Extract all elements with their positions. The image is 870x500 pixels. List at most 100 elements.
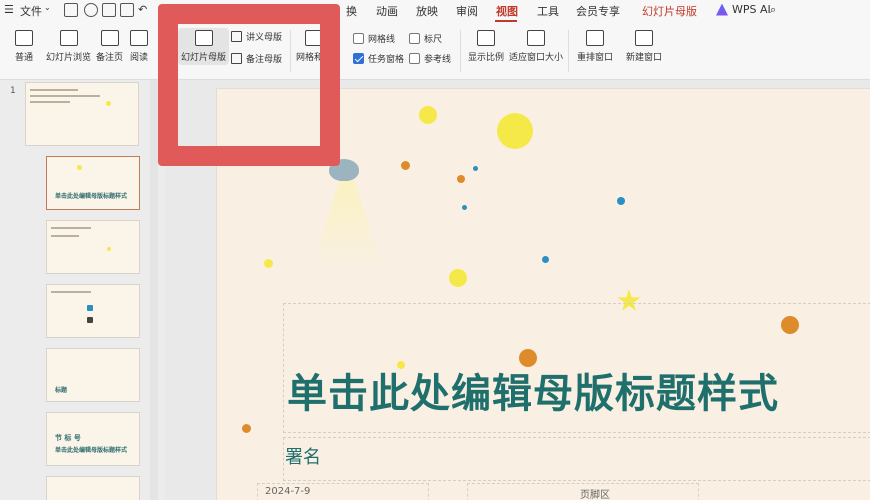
thumb-dot [87,305,93,311]
menu-tab-animation[interactable]: 动画 [376,3,398,19]
arrange-window-button[interactable]: 重排窗口 [577,30,613,63]
menu-tab-tools[interactable]: 工具 [537,3,559,19]
guides-check[interactable] [409,53,420,64]
slide-title[interactable]: 单击此处编辑母版标题样式 [287,361,779,419]
highlight-annotation-box [158,4,340,166]
wps-ai-icon [716,3,728,16]
thumb-sub: 单击此处编辑母版标题样式 [55,447,128,454]
slide-browse-label: 幻灯片浏览 [46,53,92,63]
menu-tab-review[interactable]: 审阅 [456,3,478,19]
zoom-button[interactable]: 显示比例 [468,30,504,63]
menu-tab-transition[interactable]: 换 [346,3,357,19]
search-icon[interactable]: ⌕ [770,3,776,17]
thumb-dot [106,101,111,106]
menu-tab-member[interactable]: 会员专享 [576,3,620,19]
thumbnail-scrollbar[interactable] [150,80,158,500]
thumbnail-layout-6[interactable]: 节 标 号 单击此处编辑母版标题样式 [46,412,140,466]
wps-ai-button[interactable]: WPS AI [716,3,771,16]
reading-view-label: 阅读 [130,53,149,63]
undo-icon[interactable]: ↶ [138,3,147,16]
thumbnail-master[interactable] [25,82,139,146]
slide-browse-button[interactable]: 幻灯片浏览 [46,30,91,63]
task-pane-check[interactable] [353,53,364,64]
ribbon-divider [568,30,569,72]
decor-dot [449,269,467,287]
guides-label: 参考线 [424,55,452,65]
notes-page-label: 备注页 [96,53,124,63]
new-window-button[interactable]: 新建窗口 [626,30,662,63]
export-pdf-icon[interactable] [84,3,98,17]
new-window-label: 新建窗口 [626,53,663,63]
gridlines-check[interactable] [353,33,364,44]
gridlines-checkbox[interactable]: 网格线 [353,32,395,45]
lamp-light-decoration [312,179,382,269]
fit-window-button[interactable]: 适应窗口大小 [509,30,563,63]
thumb-dot [77,165,82,170]
decor-dot [462,205,467,210]
thumb-label: 节 标 号 [55,434,81,442]
thumb-line [51,227,91,229]
normal-view-icon [15,30,33,46]
decor-dot [419,106,437,124]
save-icon[interactable] [64,3,78,17]
notes-page-icon [100,30,119,46]
print-preview-icon[interactable] [120,3,134,17]
thumb-dot [87,317,93,323]
slide-browse-icon [59,30,78,46]
zoom-icon [477,30,495,46]
menu-file[interactable]: 文件 [20,3,42,19]
print-icon[interactable] [102,3,116,17]
decor-dot [457,175,465,183]
reading-view-button[interactable]: 阅读 [130,30,148,63]
ruler-checkbox[interactable]: 标尺 [409,32,442,45]
gridlines-label: 网格线 [368,35,396,45]
thumbnail-layout-7[interactable] [46,476,140,500]
decor-dot [617,197,625,205]
thumbnail-layout-3[interactable] [46,220,140,274]
wps-ai-label: WPS AI [732,3,771,16]
fit-window-icon [527,30,545,46]
task-pane-checkbox[interactable]: 任务窗格 [353,52,404,65]
decor-dot [497,113,533,149]
thumbnail-layout-5[interactable]: 标题 [46,348,140,402]
ribbon-divider [460,30,461,72]
zoom-label: 显示比例 [468,53,505,63]
notes-page-button[interactable]: 备注页 [96,30,123,63]
normal-view-label: 普通 [15,53,34,63]
guides-checkbox[interactable]: 参考线 [409,52,451,65]
ruler-label: 标尺 [424,35,443,45]
thumb-line [51,235,79,237]
ribbon-toolbar: 普通 幻灯片浏览 备注页 阅读 幻灯片母版 讲义母版 备注母版 网格和参 网格线… [0,22,870,80]
thumb-line [51,291,91,293]
fit-window-label: 适应窗口大小 [509,53,564,63]
new-window-icon [635,30,653,46]
slide-subtitle[interactable]: 署名 [285,443,321,469]
menu-tab-slideshow[interactable]: 放映 [416,3,438,19]
ruler-check[interactable] [409,33,420,44]
menu-tab-slide-master[interactable]: 幻灯片母版 [642,3,697,19]
decor-dot [264,259,273,268]
slide-footer[interactable]: 页脚区 [580,486,610,500]
thumbnail-layout-4[interactable] [46,284,140,338]
menu-tab-view[interactable]: 视图 [496,3,518,19]
arrange-window-label: 重排窗口 [577,53,614,63]
slide-number: 1 [10,86,16,96]
menu-icon[interactable]: ☰ [4,3,14,16]
normal-view-button[interactable]: 普通 [15,30,33,63]
chevron-down-icon[interactable]: ⌄ [44,3,51,12]
decor-dot [401,161,410,170]
menu-bar: ☰ 文件 ⌄ ↶ 换 动画 放映 审阅 视图 工具 会员专享 幻灯片母版 WPS… [0,0,870,22]
thumb-dot [107,247,111,251]
thumb-line [30,95,100,97]
decor-dot [473,166,478,171]
thumb-line [30,89,78,91]
thumbnail-title-layout[interactable]: 单击此处编辑母版标题样式 [46,156,140,210]
slide-date[interactable]: 2024-7-9 [265,486,310,497]
task-pane-label: 任务窗格 [368,55,405,65]
arrange-window-icon [586,30,604,46]
thumb-line [30,101,70,103]
thumb-label: 标题 [55,387,68,394]
decor-dot [242,424,251,433]
thumb-title: 单击此处编辑母版标题样式 [55,193,128,200]
subtitle-placeholder[interactable] [283,437,870,481]
